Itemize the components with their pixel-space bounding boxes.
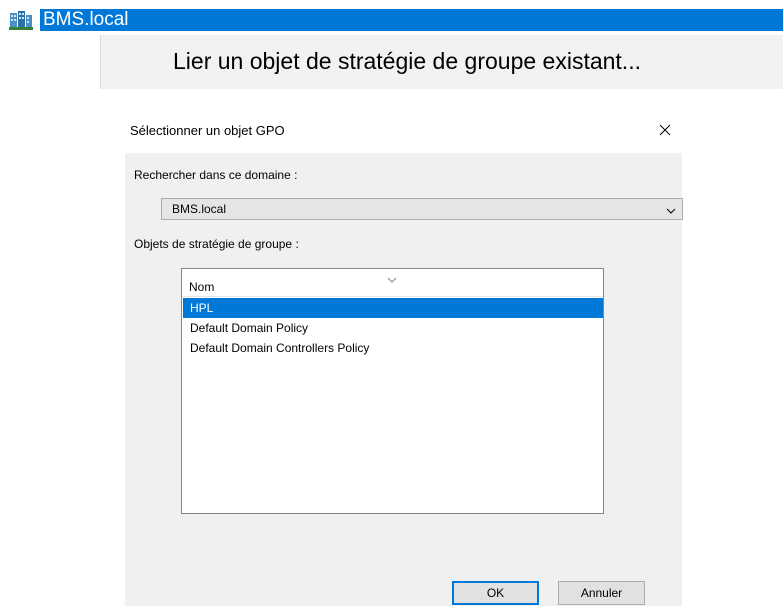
search-domain-label: Rechercher dans ce domaine : <box>134 168 298 182</box>
column-header-label: Nom <box>189 280 215 294</box>
cancel-button[interactable]: Annuler <box>558 581 645 605</box>
ok-button[interactable]: OK <box>452 581 539 605</box>
domain-select-value: BMS.local <box>172 202 227 216</box>
chevron-down-icon[interactable] <box>665 204 677 216</box>
gpo-list-item[interactable]: Default Domain Controllers Policy <box>183 338 603 358</box>
gpo-list-label: Objets de stratégie de groupe : <box>134 237 299 251</box>
dialog-title: Sélectionner un objet GPO <box>130 123 285 138</box>
gpo-list-item[interactable]: HPL <box>183 298 603 318</box>
domain-select[interactable]: BMS.local <box>161 198 683 220</box>
gpo-list-item[interactable]: Default Domain Policy <box>183 318 603 338</box>
menu-item-link-existing-gpo[interactable]: Lier un objet de stratégie de groupe exi… <box>100 35 783 89</box>
tree-selected-node[interactable] <box>40 9 783 31</box>
column-header-name[interactable]: Nom <box>182 269 603 297</box>
tree-node-label[interactable]: BMS.local <box>43 9 129 31</box>
sort-chevron-icon <box>387 270 397 283</box>
close-icon[interactable] <box>655 120 675 140</box>
select-gpo-dialog: Sélectionner un objet GPO Rechercher dan… <box>113 110 689 606</box>
gpmc-tree-bar: BMS.local <box>0 0 783 40</box>
gpo-listbox[interactable]: Nom HPL Default Domain Policy Default Do… <box>181 268 604 514</box>
menu-item-label: Lier un objet de stratégie de groupe exi… <box>173 48 641 74</box>
domain-icon <box>9 10 33 30</box>
dialog-body: Rechercher dans ce domaine : BMS.local O… <box>125 153 683 606</box>
